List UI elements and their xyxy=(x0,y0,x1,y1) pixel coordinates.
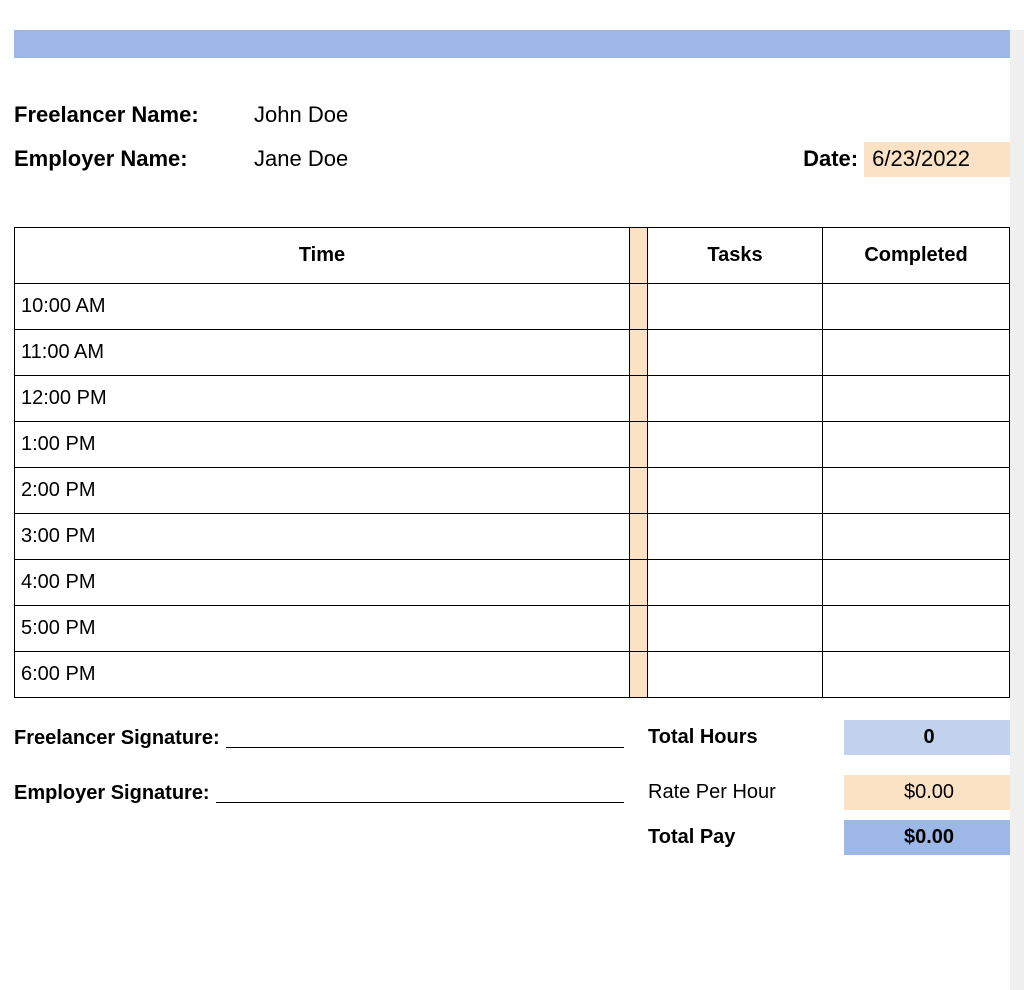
freelancer-name-value[interactable]: John Doe xyxy=(254,102,348,128)
table-row: 11:00 AM xyxy=(15,329,1010,375)
freelancer-name-label: Freelancer Name: xyxy=(14,102,254,128)
timesheet-table: Time Tasks Completed 10:00 AM 11:00 AM 1… xyxy=(14,227,1010,698)
row-separator xyxy=(630,467,648,513)
row-separator xyxy=(630,559,648,605)
row-separator xyxy=(630,375,648,421)
table-row: 1:00 PM xyxy=(15,421,1010,467)
tasks-cell[interactable] xyxy=(648,559,823,605)
tasks-cell[interactable] xyxy=(648,329,823,375)
tasks-cell[interactable] xyxy=(648,651,823,697)
total-pay-label: Total Pay xyxy=(644,826,844,849)
time-cell[interactable]: 6:00 PM xyxy=(15,651,630,697)
employer-row: Employer Name: Jane Doe Date: 6/23/2022 xyxy=(14,142,1010,176)
table-row: 5:00 PM xyxy=(15,605,1010,651)
date-group: Date: 6/23/2022 xyxy=(803,142,1010,176)
col-header-time: Time xyxy=(15,227,630,283)
date-label: Date: xyxy=(803,146,858,172)
completed-cell[interactable] xyxy=(823,651,1010,697)
completed-cell[interactable] xyxy=(823,513,1010,559)
col-header-completed: Completed xyxy=(823,227,1010,283)
employer-signature-line[interactable] xyxy=(216,780,624,803)
tasks-cell[interactable] xyxy=(648,513,823,559)
row-separator xyxy=(630,513,648,559)
completed-cell[interactable] xyxy=(823,421,1010,467)
timesheet-page: Freelancer Name: John Doe Employer Name:… xyxy=(0,30,1024,895)
scrollbar-track[interactable] xyxy=(1010,30,1024,990)
header-accent-bar xyxy=(14,30,1010,58)
time-cell[interactable]: 12:00 PM xyxy=(15,375,630,421)
time-cell[interactable]: 4:00 PM xyxy=(15,559,630,605)
total-pay-value[interactable]: $0.00 xyxy=(844,820,1014,855)
tasks-cell[interactable] xyxy=(648,467,823,513)
time-cell[interactable]: 1:00 PM xyxy=(15,421,630,467)
time-cell[interactable]: 5:00 PM xyxy=(15,605,630,651)
time-cell[interactable]: 3:00 PM xyxy=(15,513,630,559)
completed-cell[interactable] xyxy=(823,467,1010,513)
freelancer-signature-cell: Freelancer Signature: xyxy=(14,725,644,750)
table-row: 6:00 PM xyxy=(15,651,1010,697)
rate-per-hour-value[interactable]: $0.00 xyxy=(844,775,1014,810)
employer-name-label: Employer Name: xyxy=(14,146,254,172)
freelancer-signature-label: Freelancer Signature: xyxy=(14,727,220,750)
table-row: 12:00 PM xyxy=(15,375,1010,421)
completed-cell[interactable] xyxy=(823,559,1010,605)
completed-cell[interactable] xyxy=(823,605,1010,651)
employer-signature-cell: Employer Signature: xyxy=(14,780,644,805)
time-cell[interactable]: 10:00 AM xyxy=(15,283,630,329)
freelancer-signature-line[interactable] xyxy=(226,725,624,748)
table-row: 4:00 PM xyxy=(15,559,1010,605)
table-row: 3:00 PM xyxy=(15,513,1010,559)
time-cell[interactable]: 11:00 AM xyxy=(15,329,630,375)
row-separator xyxy=(630,283,648,329)
completed-cell[interactable] xyxy=(823,375,1010,421)
rate-per-hour-label: Rate Per Hour xyxy=(644,781,844,804)
completed-cell[interactable] xyxy=(823,283,1010,329)
employer-signature-label: Employer Signature: xyxy=(14,782,210,805)
col-separator xyxy=(630,227,648,283)
tasks-cell[interactable] xyxy=(648,283,823,329)
tasks-cell[interactable] xyxy=(648,421,823,467)
date-value[interactable]: 6/23/2022 xyxy=(864,142,1010,176)
row-separator xyxy=(630,329,648,375)
freelancer-row: Freelancer Name: John Doe xyxy=(14,102,1010,128)
total-hours-label: Total Hours xyxy=(644,726,844,749)
time-cell[interactable]: 2:00 PM xyxy=(15,467,630,513)
table-header-row: Time Tasks Completed xyxy=(15,227,1010,283)
tasks-cell[interactable] xyxy=(648,375,823,421)
tasks-cell[interactable] xyxy=(648,605,823,651)
info-block: Freelancer Name: John Doe Employer Name:… xyxy=(14,102,1010,177)
row-separator xyxy=(630,421,648,467)
total-hours-value[interactable]: 0 xyxy=(844,720,1014,755)
table-row: 10:00 AM xyxy=(15,283,1010,329)
bottom-summary: Freelancer Signature: Total Hours 0 Empl… xyxy=(14,720,1010,855)
row-separator xyxy=(630,651,648,697)
table-row: 2:00 PM xyxy=(15,467,1010,513)
row-separator xyxy=(630,605,648,651)
completed-cell[interactable] xyxy=(823,329,1010,375)
table-body: 10:00 AM 11:00 AM 12:00 PM 1:00 PM xyxy=(15,283,1010,697)
employer-name-value[interactable]: Jane Doe xyxy=(254,146,348,172)
col-header-tasks: Tasks xyxy=(648,227,823,283)
